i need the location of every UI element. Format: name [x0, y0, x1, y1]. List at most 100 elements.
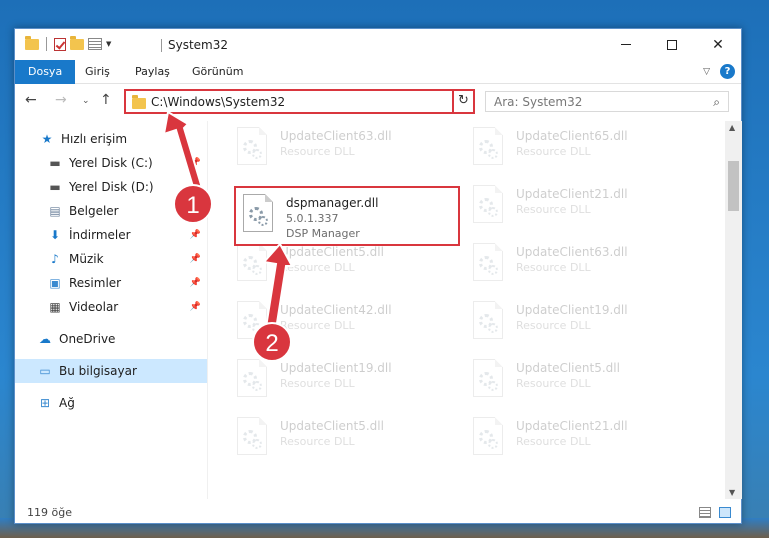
file-tile[interactable]: UpdateClient21.dll Resource DLL	[470, 185, 700, 237]
dll-file-icon	[240, 194, 276, 236]
sidebar-item-label: İndirmeler	[69, 228, 131, 242]
close-button[interactable]: ✕	[695, 29, 741, 60]
download-icon: ⬇	[49, 228, 61, 242]
close-icon: ✕	[712, 36, 724, 53]
drive-icon: ▬	[49, 180, 61, 194]
tab-file[interactable]: Dosya	[15, 60, 76, 84]
window-title: System32	[168, 38, 229, 52]
back-arrow-icon[interactable]: ←	[25, 92, 37, 108]
file-name: UpdateClient63.dll	[280, 129, 392, 143]
refresh-icon: ↻	[458, 93, 469, 108]
sidebar-item-label: Müzik	[69, 252, 104, 266]
pin-icon[interactable]: 📌	[190, 254, 201, 264]
expand-ribbon-chevron-icon[interactable]: ▽	[703, 67, 710, 77]
search-input[interactable]: Ara: System32 ⌕	[485, 91, 729, 112]
sidebar-item-label: Bu bilgisayar	[59, 364, 137, 378]
details-view-icon[interactable]	[699, 507, 711, 518]
tab-share[interactable]: Paylaş	[135, 60, 170, 84]
dll-file-icon	[470, 359, 506, 401]
forward-arrow-icon[interactable]: →	[55, 92, 67, 108]
file-description: Resource DLL	[280, 435, 355, 448]
pane-divider[interactable]	[207, 121, 208, 499]
scroll-up-arrow-icon[interactable]: ▲	[729, 123, 735, 132]
large-icons-view-icon[interactable]	[719, 507, 731, 518]
sidebar-item-label: Hızlı erişim	[61, 132, 128, 146]
file-name: UpdateClient65.dll	[516, 129, 628, 143]
file-name: UpdateClient63.dll	[516, 245, 628, 259]
file-list: UpdateClient63.dll Resource DLL UpdateCli…	[220, 121, 724, 499]
item-count: 119 öğe	[27, 506, 72, 519]
file-tile[interactable]: UpdateClient19.dll Resource DLL	[234, 359, 464, 411]
pin-icon[interactable]: 📌	[190, 278, 201, 288]
file-tile-dspmanager[interactable]: dspmanager.dll 5.0.1.337 DSP Manager	[240, 194, 456, 246]
maximize-button[interactable]	[649, 29, 695, 60]
refresh-button[interactable]: ↻	[452, 89, 475, 114]
recent-locations-chevron-icon[interactable]: ⌄	[82, 96, 90, 106]
help-icon[interactable]: ?	[720, 64, 735, 79]
vertical-scrollbar[interactable]: ▲ ▼	[725, 121, 742, 499]
quick-access-toolbar: ▼	[25, 35, 111, 51]
maximize-icon	[667, 39, 677, 50]
navigation-pane: ★ Hızlı erişim ▬ Yerel Disk (C:) 📌 ▬ Yer…	[15, 121, 207, 499]
sidebar-item-quick-access[interactable]: ★ Hızlı erişim	[15, 127, 207, 151]
sidebar-item-music[interactable]: ♪ Müzik 📌	[15, 247, 207, 271]
music-icon: ♪	[51, 252, 59, 266]
file-name: UpdateClient5.dll	[280, 245, 384, 259]
file-name: UpdateClient21.dll	[516, 187, 628, 201]
file-tile[interactable]: UpdateClient21.dll Resource DLL	[470, 417, 700, 469]
up-arrow-icon[interactable]: ↑	[100, 92, 112, 108]
customize-toolbar-chevron-icon[interactable]: ▼	[106, 40, 111, 48]
sidebar-item-pictures[interactable]: ▣ Resimler 📌	[15, 271, 207, 295]
highlighted-file-tile[interactable]: dspmanager.dll 5.0.1.337 DSP Manager	[234, 186, 460, 246]
pin-icon[interactable]: 📌	[190, 158, 201, 168]
sidebar-item-onedrive[interactable]: ☁ OneDrive	[15, 327, 207, 351]
address-bar[interactable]: C:\Windows\System32 ⌄	[124, 89, 473, 114]
sidebar-item-label: Yerel Disk (D:)	[69, 180, 154, 194]
file-description: Resource DLL	[280, 145, 355, 158]
file-tile[interactable]: UpdateClient5.dll Resource DLL	[234, 417, 464, 469]
pin-icon[interactable]: 📌	[190, 302, 201, 312]
search-icon[interactable]: ⌕	[713, 95, 720, 110]
file-description: Resource DLL	[516, 435, 591, 448]
dll-file-icon	[234, 359, 270, 401]
file-tile[interactable]: UpdateClient63.dll Resource DLL	[234, 127, 464, 179]
sidebar-item-downloads[interactable]: ⬇ İndirmeler 📌	[15, 223, 207, 247]
file-tile[interactable]: UpdateClient65.dll Resource DLL	[470, 127, 700, 179]
file-explorer-window: ▼ System32 ✕ Dosya Giriş Paylaş Görünüm …	[14, 28, 742, 524]
file-name: dspmanager.dll	[286, 196, 379, 210]
tab-home[interactable]: Giriş	[85, 60, 110, 84]
properties-icon[interactable]	[88, 38, 102, 50]
dll-file-icon	[234, 127, 270, 169]
file-tile[interactable]: UpdateClient19.dll Resource DLL	[470, 301, 700, 353]
file-tile[interactable]: UpdateClient5.dll Resource DLL	[234, 243, 464, 295]
file-name: UpdateClient19.dll	[280, 361, 392, 375]
file-name: UpdateClient19.dll	[516, 303, 628, 317]
dll-file-icon	[234, 243, 270, 285]
sidebar-item-videos[interactable]: ▦ Videolar 📌	[15, 295, 207, 319]
address-path[interactable]: C:\Windows\System32	[151, 95, 285, 109]
sidebar-item-label: Ağ	[59, 396, 75, 410]
sidebar-item-label: OneDrive	[59, 332, 116, 346]
dll-file-icon	[470, 243, 506, 285]
file-description: Resource DLL	[516, 203, 591, 216]
scroll-down-arrow-icon[interactable]: ▼	[729, 488, 735, 497]
search-placeholder: Ara: System32	[494, 95, 583, 109]
sidebar-item-local-disk-c[interactable]: ▬ Yerel Disk (C:) 📌	[15, 151, 207, 175]
minimize-button[interactable]	[603, 29, 649, 60]
file-description: Resource DLL	[280, 261, 355, 274]
status-bar: 119 öğe	[15, 503, 741, 523]
sidebar-item-this-pc[interactable]: ▭ Bu bilgisayar	[15, 359, 207, 383]
pin-icon[interactable]: 📌	[190, 230, 201, 240]
file-name: UpdateClient5.dll	[280, 419, 384, 433]
new-folder-icon[interactable]	[70, 35, 84, 50]
file-tile[interactable]: UpdateClient5.dll Resource DLL	[470, 359, 700, 411]
file-description: DSP Manager	[286, 227, 360, 240]
tab-view[interactable]: Görünüm	[192, 60, 243, 84]
sidebar-item-network[interactable]: ⊞ Ağ	[15, 391, 207, 415]
address-row: ← → ⌄ ↑ C:\Windows\System32 ⌄ ↻ Ara: Sys…	[15, 86, 741, 116]
file-description: Resource DLL	[516, 145, 591, 158]
scrollbar-thumb[interactable]	[728, 161, 739, 211]
file-tile[interactable]: UpdateClient63.dll Resource DLL	[470, 243, 700, 295]
properties-check-icon[interactable]	[54, 37, 66, 51]
computer-icon: ▭	[39, 364, 51, 378]
